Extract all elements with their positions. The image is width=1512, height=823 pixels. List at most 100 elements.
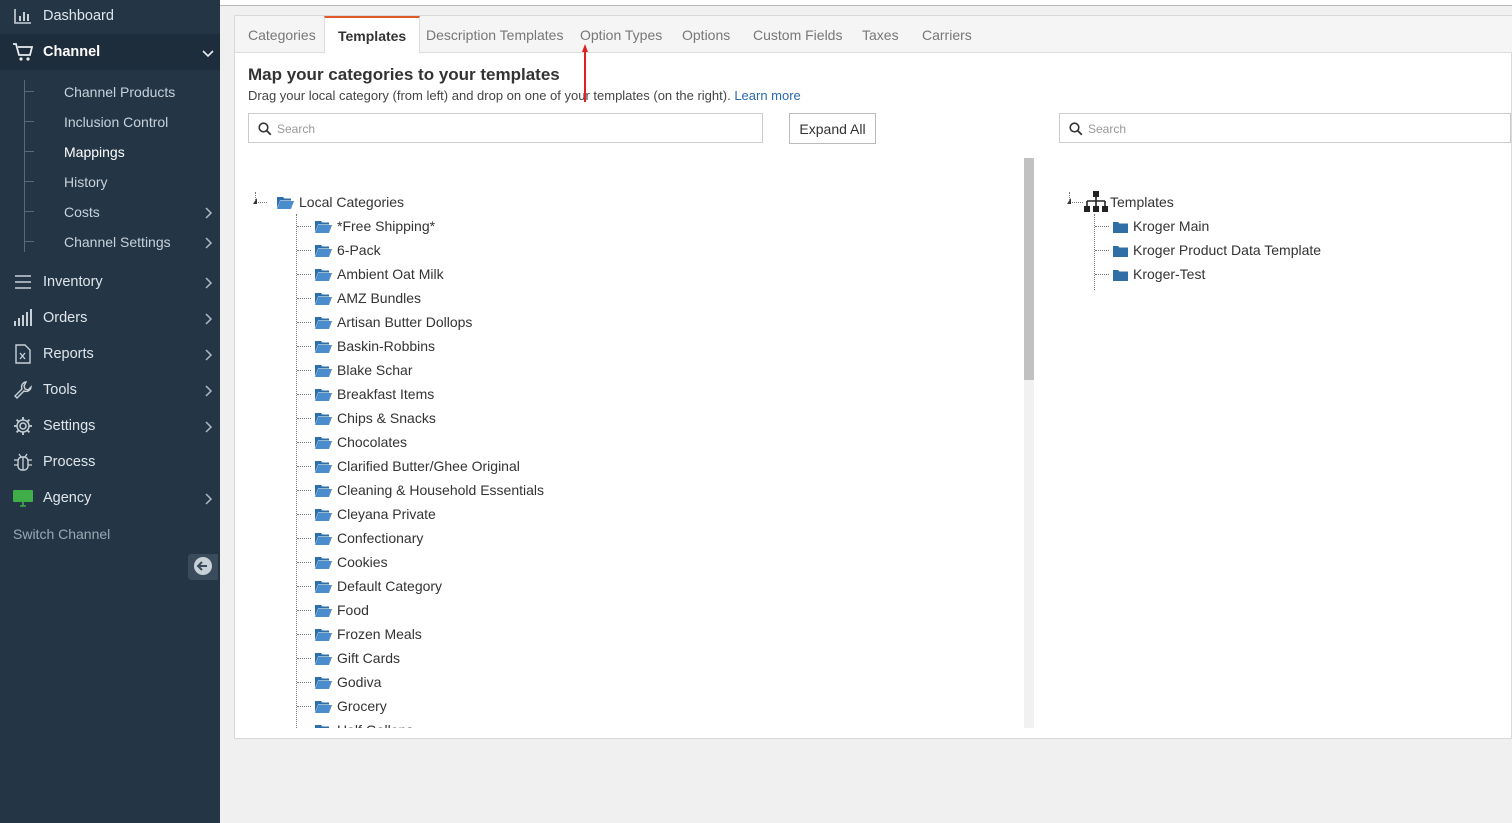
tree-expander-icon[interactable] bbox=[1067, 198, 1071, 204]
sidebar-item-label: History bbox=[64, 174, 108, 190]
list-icon bbox=[12, 271, 34, 293]
tree-node-category[interactable]: Chips & Snacks bbox=[315, 407, 436, 429]
category-search-input[interactable] bbox=[277, 120, 754, 138]
tree-expander-icon[interactable] bbox=[253, 198, 257, 204]
tree-node-category[interactable]: Cookies bbox=[315, 551, 388, 573]
mapping-panel: Categories Templates Description Templat… bbox=[234, 15, 1512, 739]
tree-node-category[interactable]: Breakfast Items bbox=[315, 383, 434, 405]
tree-scrollbar[interactable] bbox=[1024, 158, 1034, 728]
open-folder-icon bbox=[315, 628, 332, 641]
open-folder-icon bbox=[315, 412, 332, 425]
tree-connector bbox=[297, 274, 311, 275]
tree-node-category[interactable]: Half Gallons bbox=[315, 719, 413, 728]
sidebar-item-orders[interactable]: Orders bbox=[0, 300, 220, 336]
tree-node-template[interactable]: Kroger-Test bbox=[1113, 263, 1205, 285]
learn-more-link[interactable]: Learn more bbox=[734, 88, 800, 103]
tree-connector bbox=[297, 682, 311, 683]
sidebar-item-tools[interactable]: Tools bbox=[0, 372, 220, 408]
sidebar-item-reports[interactable]: Reports bbox=[0, 336, 220, 372]
sidebar-item-process[interactable]: Process bbox=[0, 444, 220, 480]
tree-node-category[interactable]: Artisan Butter Dollops bbox=[315, 311, 472, 333]
folder-icon bbox=[1113, 220, 1128, 233]
sidebar-item-inclusion-control[interactable]: Inclusion Control bbox=[0, 107, 220, 137]
tree-node-template[interactable]: Kroger Product Data Template bbox=[1113, 239, 1321, 261]
tree-node-label: Kroger Main bbox=[1133, 218, 1210, 234]
tab-description-templates[interactable]: Description Templates bbox=[413, 16, 576, 53]
tree-node-templates-root[interactable]: Templates bbox=[1083, 191, 1174, 213]
cart-icon bbox=[12, 41, 34, 63]
tree-node-category[interactable]: Ambient Oat Milk bbox=[315, 263, 444, 285]
tree-node-category[interactable]: Gift Cards bbox=[315, 647, 400, 669]
tab-templates[interactable]: Templates bbox=[324, 16, 421, 54]
signal-bars-icon bbox=[12, 307, 34, 329]
tree-node-label: Baskin-Robbins bbox=[337, 338, 436, 354]
sidebar-item-costs[interactable]: Costs bbox=[0, 197, 220, 227]
tree-node-label: Frozen Meals bbox=[337, 626, 422, 642]
tree-node-category[interactable]: Blake Schar bbox=[315, 359, 412, 381]
search-icon bbox=[258, 122, 272, 136]
sidebar-item-settings[interactable]: Settings bbox=[0, 408, 220, 444]
tree-tick bbox=[24, 241, 34, 242]
tree-node-label: Kroger-Test bbox=[1133, 266, 1206, 282]
tab-categories[interactable]: Categories bbox=[235, 16, 329, 53]
excel-file-icon bbox=[12, 343, 34, 365]
tree-node-category[interactable]: AMZ Bundles bbox=[315, 287, 421, 309]
tab-custom-fields[interactable]: Custom Fields bbox=[740, 16, 855, 53]
tree-node-category[interactable]: Clarified Butter/Ghee Original bbox=[315, 455, 520, 477]
tree-node-category[interactable]: Frozen Meals bbox=[315, 623, 422, 645]
tree-node-category[interactable]: Baskin-Robbins bbox=[315, 335, 435, 357]
expand-all-button[interactable]: Expand All bbox=[789, 113, 876, 144]
chevron-right-icon bbox=[202, 348, 214, 361]
tree-node-label: Kroger Product Data Template bbox=[1133, 242, 1322, 258]
tree-node-category[interactable]: Cleyana Private bbox=[315, 503, 436, 525]
tab-carriers[interactable]: Carriers bbox=[909, 16, 985, 53]
open-folder-icon bbox=[315, 532, 332, 545]
scrollbar-thumb[interactable] bbox=[1024, 158, 1034, 380]
tree-tick bbox=[24, 211, 34, 212]
tab-bar: Categories Templates Description Templat… bbox=[235, 16, 1512, 54]
tree-node-category[interactable]: 6-Pack bbox=[315, 239, 381, 261]
template-search bbox=[1059, 113, 1511, 143]
tree-node-label: Local Categories bbox=[299, 194, 405, 210]
tree-node-template[interactable]: Kroger Main bbox=[1113, 215, 1209, 237]
tree-connector bbox=[297, 370, 311, 371]
tree-node-category[interactable]: Chocolates bbox=[315, 431, 407, 453]
chevron-right-icon bbox=[202, 236, 214, 249]
sidebar-item-label: Process bbox=[43, 454, 96, 470]
sidebar-item-agency[interactable]: Agency bbox=[0, 480, 220, 516]
tree-node-label: *Free Shipping* bbox=[337, 218, 436, 234]
sidebar-item-inventory[interactable]: Inventory bbox=[0, 264, 220, 300]
template-search-input[interactable] bbox=[1088, 120, 1502, 138]
tree-node-label: Food bbox=[337, 602, 369, 618]
tree-node-category[interactable]: Godiva bbox=[315, 671, 381, 693]
tree-node-category[interactable]: Cleaning & Household Essentials bbox=[315, 479, 544, 501]
sidebar-item-mappings[interactable]: Mappings bbox=[0, 137, 220, 167]
tree-connector bbox=[297, 298, 311, 299]
sidebar-item-channel-products[interactable]: Channel Products bbox=[0, 77, 220, 107]
switch-channel-link[interactable]: Switch Channel bbox=[13, 526, 110, 542]
tree-tick bbox=[24, 181, 34, 182]
tree-node-category[interactable]: Grocery bbox=[315, 695, 387, 717]
tree-node-category[interactable]: *Free Shipping* bbox=[315, 215, 435, 237]
sidebar-item-channel[interactable]: Channel bbox=[0, 34, 220, 70]
sidebar-item-dashboard[interactable]: Dashboard bbox=[0, 0, 220, 34]
tab-taxes[interactable]: Taxes bbox=[849, 16, 912, 53]
annotation-arrow bbox=[582, 44, 588, 102]
tree-tick bbox=[24, 91, 34, 92]
tree-node-local-categories[interactable]: Local Categories bbox=[277, 191, 404, 213]
open-folder-icon bbox=[315, 388, 332, 401]
tree-tick bbox=[24, 121, 34, 122]
tree-node-category[interactable]: Default Category bbox=[315, 575, 442, 597]
tree-connector bbox=[297, 658, 311, 659]
tree-node-label: Templates bbox=[1110, 194, 1174, 210]
sidebar-item-history[interactable]: History bbox=[0, 167, 220, 197]
tree-node-category[interactable]: Confectionary bbox=[315, 527, 423, 549]
tab-options[interactable]: Options bbox=[669, 16, 743, 53]
open-folder-icon bbox=[315, 340, 332, 353]
category-search bbox=[248, 113, 763, 143]
sidebar-item-channel-settings[interactable]: Channel Settings bbox=[0, 227, 220, 257]
sidebar: Dashboard Channel Channel Products Inclu… bbox=[0, 0, 220, 823]
tree-node-category[interactable]: Food bbox=[315, 599, 369, 621]
collapse-sidebar-button[interactable] bbox=[188, 554, 218, 580]
page-subtitle: Drag your local category (from left) and… bbox=[248, 88, 801, 103]
